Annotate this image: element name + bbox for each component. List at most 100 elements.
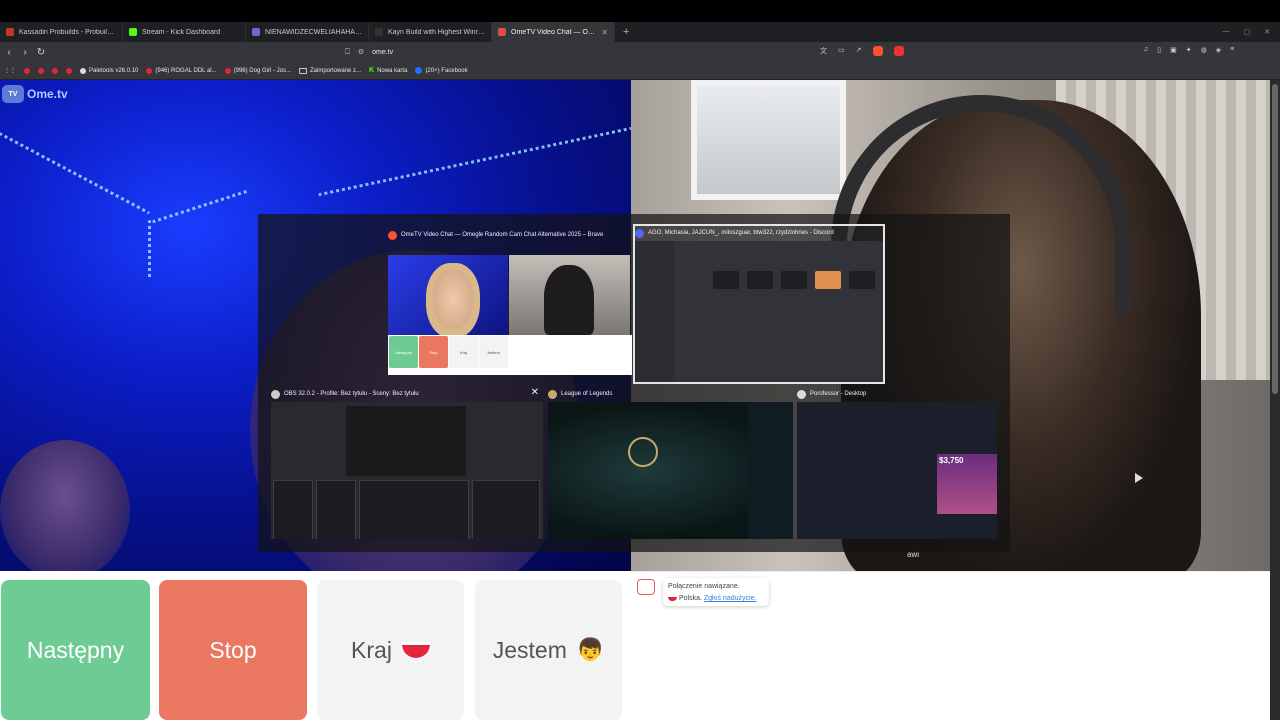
ometv-logo[interactable]: TV Ome.tv: [2, 85, 68, 103]
switcher-window-brave[interactable]: OmeTV Video Chat — Omegle Random Cam Cha…: [388, 228, 632, 394]
bookmark-icon[interactable]: ⎕: [345, 47, 350, 57]
scrollbar-thumb[interactable]: [1272, 84, 1278, 394]
music-icon[interactable]: ♫: [1143, 46, 1148, 54]
youtube-icon: [146, 67, 153, 74]
youtube-icon: [224, 67, 231, 74]
minimize-icon[interactable]: —: [1223, 28, 1230, 36]
discord-tile: [781, 271, 807, 289]
bookmark-label: (946) ROGAL DDL al...: [155, 67, 217, 74]
country-button[interactable]: Kraj: [317, 580, 464, 720]
country-label: Kraj: [351, 636, 392, 663]
menu-icon[interactable]: ≡: [1230, 46, 1234, 54]
gender-button[interactable]: Jestem 👦: [475, 580, 622, 720]
address-bar: ‹ › ↻ ⎕ ⚙ ome.tv 文 ▭ ↗ ♫ ▯ ▣ ✦ ◍ ◈ ≡: [0, 42, 1280, 62]
close-window-icon[interactable]: ✕: [531, 387, 539, 398]
country-text: Polska.: [678, 595, 702, 602]
obs-dock: [316, 480, 356, 539]
preview-self: [509, 255, 630, 335]
screenshot-icon[interactable]: ▣: [1170, 46, 1177, 54]
page-scrollbar[interactable]: [1270, 80, 1280, 720]
tab-ometv[interactable]: OmeTV Video Chat — Omeg ✕: [492, 22, 615, 42]
back-icon[interactable]: ‹: [2, 47, 16, 58]
bookmark-rogal[interactable]: (946) ROGAL DDL al...: [146, 67, 217, 74]
vpn-icon[interactable]: ◍: [1201, 46, 1207, 54]
tab-stats[interactable]: NIENAWIDZECWELIAHAHAH - Staty: [246, 22, 369, 42]
window-preview: Następny Stop Kraj Jestem: [388, 243, 632, 394]
window-controls: — ▢ ✕: [1223, 28, 1280, 36]
bookmark-facebook[interactable]: (20+) Facebook: [415, 67, 468, 74]
lolalytics-icon: [375, 28, 383, 36]
window-title-text: AGO, Michasia, JAJCUN_, miloszguar, btw3…: [648, 230, 834, 236]
discord-tile: [713, 271, 739, 289]
preview-next: Następny: [389, 336, 418, 368]
bookmark-youtube-3[interactable]: [52, 67, 58, 74]
close-tab-icon[interactable]: ✕: [601, 28, 608, 37]
switcher-window-discord[interactable]: AGO, Michasia, JAJCUN_, miloszguar, btw3…: [633, 224, 885, 384]
reload-icon[interactable]: ↻: [34, 47, 48, 58]
logo-text: Ome.tv: [27, 87, 68, 101]
stop-button[interactable]: Stop: [159, 580, 307, 720]
share-icon[interactable]: ↗: [856, 46, 862, 56]
brave-shields-icon[interactable]: [872, 46, 883, 56]
youtube-icon: [52, 67, 58, 74]
bookmark-youtube-2[interactable]: [38, 67, 44, 74]
bookmark-doggirl[interactable]: (996) Dog Girl - Jos...: [224, 67, 291, 74]
led-strip: [318, 126, 631, 197]
stop-label: Stop: [209, 636, 257, 663]
bookmark-youtube-4[interactable]: [66, 67, 72, 74]
discord-tile: [815, 271, 841, 289]
youtube-icon: [38, 67, 44, 74]
close-window-icon[interactable]: ✕: [1264, 28, 1270, 36]
window-title-text: OmeTV Video Chat — Omegle Random Cam Cha…: [401, 232, 604, 238]
youtube-icon: [66, 67, 72, 74]
screen: Kassadin Probuilds - Probuild.gg Stream …: [0, 0, 1280, 720]
preview-stop: Stop: [419, 336, 448, 368]
bookmark-nowa-karta[interactable]: K Nowa karta: [369, 67, 407, 74]
bookmark-label: Nowa karta: [377, 67, 408, 74]
tab-kayn[interactable]: Kayn Build with Highest Winrate - Lo: [369, 22, 492, 42]
switcher-window-porofessor[interactable]: Porofessor - Desktop $3,750: [797, 387, 997, 539]
kick-icon: K: [369, 67, 375, 74]
maximize-icon[interactable]: ▢: [1244, 28, 1251, 36]
porofessor-icon: [797, 389, 806, 399]
tab-label: OmeTV Video Chat — Omeg: [511, 28, 597, 36]
window-title-text: League of Legends: [561, 391, 613, 397]
forward-icon[interactable]: ›: [18, 47, 32, 58]
bookmark-label: (20+) Facebook: [425, 67, 468, 74]
sidebar-icon[interactable]: ▯: [1157, 46, 1161, 54]
obs-dock: [359, 480, 469, 539]
translate-icon[interactable]: 文: [820, 46, 827, 56]
extensions-icon[interactable]: ✦: [1186, 46, 1192, 54]
tab-label: Kayn Build with Highest Winrate - Lo: [388, 28, 485, 36]
switcher-window-obs[interactable]: OBS 32.0.2 - Profile: Bez tytułu - Sceny…: [271, 387, 543, 539]
tab-label: Stream - Kick Dashboard: [142, 28, 221, 36]
apps-icon[interactable]: ⋮⋮: [4, 67, 16, 74]
tab-probuilds[interactable]: Kassadin Probuilds - Probuild.gg: [0, 22, 123, 42]
toolbar-extensions: ♫ ▯ ▣ ✦ ◍ ◈ ≡: [1143, 46, 1234, 54]
window-title: Porofessor - Desktop: [797, 387, 866, 401]
bookmark-folder-imported[interactable]: Zaimportowane z...: [298, 67, 361, 74]
new-tab-button[interactable]: +: [615, 26, 637, 38]
next-button[interactable]: Następny: [1, 580, 150, 720]
wallet-icon[interactable]: ◈: [1216, 46, 1221, 54]
cast-icon[interactable]: ▭: [838, 46, 845, 56]
next-label: Następny: [26, 636, 125, 663]
window-preview: [271, 402, 543, 539]
window-title-text: OBS 32.0.2 - Profile: Bez tytułu - Sceny…: [284, 391, 419, 397]
bookmark-paletools[interactable]: Paletools v26.0.10: [80, 67, 138, 74]
play-icon: [1135, 473, 1143, 483]
obs-dock: [273, 480, 313, 539]
probuilds-icon: [6, 28, 14, 36]
bookmark-label: (996) Dog Girl - Jos...: [233, 67, 291, 74]
switcher-window-league[interactable]: League of Legends: [548, 387, 793, 539]
obs-dock: [472, 480, 540, 539]
tab-kick[interactable]: Stream - Kick Dashboard: [123, 22, 246, 42]
brave-rewards-icon[interactable]: [893, 46, 904, 56]
stranger-shoulder: [0, 440, 130, 571]
site-info-icon[interactable]: ⚙: [358, 48, 364, 56]
logo-badge: TV: [2, 85, 24, 103]
bookmark-youtube-1[interactable]: [24, 67, 30, 74]
report-abuse-link[interactable]: Zgłoś nadużycie.: [704, 595, 757, 602]
address-actions: 文 ▭ ↗: [820, 46, 904, 56]
chat-panel[interactable]: Połączenie nawiązane. Polska. Zgłoś nadu…: [631, 571, 1270, 720]
